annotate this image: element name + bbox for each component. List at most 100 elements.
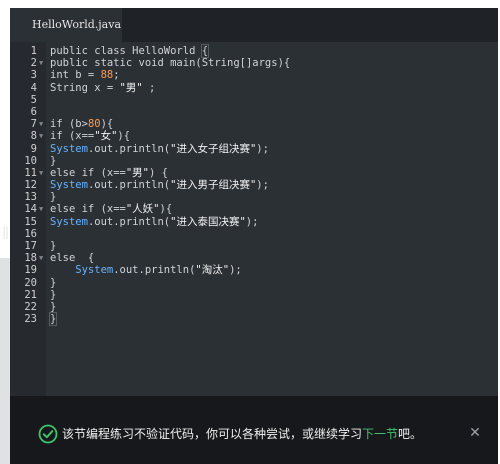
code-line[interactable]: 19 System.out.println("淘汰"); (10, 264, 498, 276)
code-token: if (b> (50, 118, 88, 131)
code-line[interactable]: 17} (10, 240, 498, 252)
side-strip (0, 258, 10, 464)
fold-arrow-icon[interactable]: ▼ (39, 167, 43, 179)
line-number: 9 (30, 142, 37, 155)
line-number: 6 (30, 105, 37, 118)
code-token: } (50, 300, 57, 313)
code-token: ); (229, 264, 242, 277)
code-line[interactable]: 3 int b = 88; (10, 69, 498, 81)
code-token: System (50, 179, 88, 192)
fold-arrow-icon[interactable]: ▼ (39, 118, 43, 130)
tab-helloworld-java[interactable]: HelloWorld.java (10, 8, 122, 42)
code-line[interactable]: 7 ▼ if (b>80){ (10, 118, 498, 130)
code-line[interactable]: 2 ▼ public static void main(String[]args){ (10, 57, 498, 69)
code-line[interactable]: 14 ▼ else if (x=="人妖"){ (10, 203, 498, 215)
code-line[interactable]: 10} (10, 155, 498, 167)
fold-arrow-icon[interactable]: ▼ (39, 252, 43, 264)
line-number: 4 (30, 81, 37, 94)
code-text: } (50, 301, 56, 313)
code-line[interactable]: 5 (10, 94, 498, 106)
code-text: System.out.println("淘汰"); (50, 264, 242, 277)
code-token: "淘汰" (195, 264, 230, 277)
code-line[interactable]: 11 ▼ else if (x=="男") { (10, 167, 498, 179)
code-token: } (50, 276, 57, 289)
code-text: if (b>80){ (50, 118, 113, 130)
code-text: } (50, 191, 56, 203)
code-text: System.out.println("进入女子组决赛"); (50, 143, 269, 155)
code-token: else { (50, 252, 95, 265)
code-token: 80 (87, 118, 101, 131)
code-text: } (50, 155, 56, 167)
code-token: ); (256, 142, 269, 155)
code-line[interactable]: 13} (10, 191, 498, 203)
code-token: ; (113, 69, 120, 82)
code-token: } (50, 240, 57, 252)
code-token: ){ (100, 118, 114, 131)
line-number: 3 (30, 69, 37, 82)
line-number: 23 (24, 313, 37, 326)
line-number: 5 (30, 93, 37, 106)
line-number: 10 (24, 154, 37, 167)
next-section-link[interactable]: 下一节 (362, 427, 398, 441)
code-line[interactable]: 4 String x = "男" ; (10, 82, 498, 94)
code-line[interactable]: 12 System.out.println("进入男子组决赛"); (10, 179, 498, 191)
code-line[interactable]: 16 (10, 228, 498, 240)
code-token: System (50, 264, 114, 277)
code-editor[interactable]: HelloWorld.java 1 public class HelloWorld… (10, 8, 498, 396)
code-area[interactable]: 1 public class HelloWorld {2 ▼ public stati… (10, 44, 498, 327)
close-icon[interactable]: ✕ (468, 426, 482, 440)
code-token: ){ (159, 203, 173, 216)
code-token: 88 (100, 69, 114, 82)
code-line[interactable]: 6 (10, 106, 498, 118)
code-text: System.out.println("进入男子组决赛"); (50, 179, 269, 191)
code-line[interactable]: 8 ▼ if (x=="女"){ (10, 130, 498, 142)
code-text: else if (x=="人妖"){ (50, 203, 172, 215)
line-number: 21 (24, 288, 37, 301)
check-circle-icon (38, 424, 58, 444)
code-text: } (50, 289, 56, 301)
line-number: 1 (30, 45, 37, 57)
code-token: "女" (94, 130, 118, 143)
line-number: 12 (24, 179, 37, 192)
line-number: 20 (24, 276, 37, 289)
code-token: else if (x== (50, 203, 126, 216)
code-token: System (50, 142, 88, 155)
code-text: } (48, 312, 58, 327)
line-number: 18 (24, 252, 37, 265)
code-token: "进入男子组决赛" (170, 179, 257, 192)
fold-arrow-icon[interactable]: ▼ (39, 203, 43, 215)
code-text: public class HelloWorld { (50, 44, 210, 58)
code-token: String x = (50, 81, 120, 94)
code-token: .out.println( (87, 179, 171, 192)
code-token: } (48, 312, 58, 327)
code-token: public class HelloWorld (50, 45, 202, 57)
line-number: 15 (24, 215, 37, 228)
line-number: 2 (30, 57, 37, 70)
code-token: ){ (117, 130, 131, 143)
footer-message-suffix: 吧。 (398, 427, 423, 441)
line-number: 19 (24, 264, 37, 277)
code-text: public static void main(String[]args){ (50, 57, 290, 69)
code-line[interactable]: 22} (10, 301, 498, 313)
code-text: if (x=="女"){ (50, 130, 130, 142)
code-line[interactable]: 15 System.out.println("进入泰国决赛"); (10, 216, 498, 228)
code-text: String x = "男" ; (50, 82, 155, 94)
code-line[interactable]: 9 System.out.println("进入女子组决赛"); (10, 143, 498, 155)
code-line[interactable]: 20} (10, 277, 498, 289)
code-line[interactable]: 23} (10, 312, 498, 327)
fold-arrow-icon[interactable]: ▼ (39, 57, 43, 69)
footer-message-text: 该节编程练习不验证代码，你可以各种尝试，或继续学习 (62, 427, 363, 441)
code-token: ); (256, 179, 269, 192)
line-number: 22 (24, 300, 37, 313)
fold-arrow-icon[interactable]: ▼ (39, 130, 43, 142)
footer-notice: 该节编程练习不验证代码，你可以各种尝试，或继续学习下一节吧。 ✕ (10, 396, 498, 464)
code-line[interactable]: 1 public class HelloWorld { (10, 44, 498, 58)
line-number: 17 (24, 240, 37, 252)
code-token: System (50, 215, 88, 228)
code-line[interactable]: 21} (10, 289, 498, 301)
code-token: { (200, 44, 210, 58)
resize-handle-icon[interactable]: ‖ (2, 225, 9, 239)
footer-message: 该节编程练习不验证代码，你可以各种尝试，或继续学习下一节吧。 (62, 426, 422, 442)
code-token: ) { (149, 166, 168, 179)
code-line[interactable]: 18 ▼ else { (10, 252, 498, 264)
